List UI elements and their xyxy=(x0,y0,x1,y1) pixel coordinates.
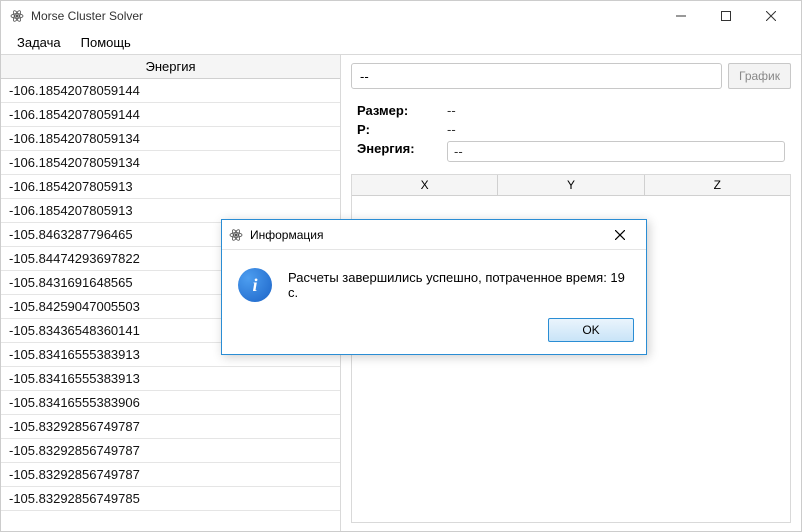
maximize-button[interactable] xyxy=(703,1,748,31)
ok-button[interactable]: OK xyxy=(548,318,634,342)
energy-column-header[interactable]: Энергия xyxy=(1,55,340,79)
name-input[interactable] xyxy=(351,63,722,89)
menu-task[interactable]: Задача xyxy=(7,31,71,54)
menubar: Задача Помощь xyxy=(1,31,801,55)
energy-label: Энергия: xyxy=(357,141,447,162)
menu-help[interactable]: Помощь xyxy=(71,31,141,54)
p-value: -- xyxy=(447,122,456,137)
energy-row[interactable]: -106.18542078059144 xyxy=(1,103,340,127)
app-icon xyxy=(9,8,25,24)
window-title: Morse Cluster Solver xyxy=(31,9,143,23)
col-x[interactable]: X xyxy=(352,175,498,195)
dialog-message: Расчеты завершились успешно, потраченное… xyxy=(288,268,630,300)
size-value: -- xyxy=(447,103,456,118)
energy-row[interactable]: -105.83292856749787 xyxy=(1,463,340,487)
info-dialog: Информация i Расчеты завершились успешно… xyxy=(221,219,647,355)
dialog-title: Информация xyxy=(250,228,600,242)
close-button[interactable] xyxy=(748,1,793,31)
energy-row[interactable]: -105.83416555383906 xyxy=(1,391,340,415)
energy-row[interactable]: -105.83416555383913 xyxy=(1,367,340,391)
energy-row[interactable]: -105.83292856749785 xyxy=(1,487,340,511)
energy-row[interactable]: -106.18542078059134 xyxy=(1,127,340,151)
info-icon: i xyxy=(238,268,272,302)
col-z[interactable]: Z xyxy=(645,175,790,195)
size-label: Размер: xyxy=(357,103,447,118)
energy-row[interactable]: -106.1854207805913 xyxy=(1,175,340,199)
dialog-close-button[interactable] xyxy=(600,223,640,247)
details-block: Размер: -- P: -- Энергия: -- xyxy=(351,97,791,166)
energy-row[interactable]: -105.83292856749787 xyxy=(1,439,340,463)
titlebar: Morse Cluster Solver xyxy=(1,1,801,31)
dialog-app-icon xyxy=(228,227,244,243)
energy-row[interactable]: -105.83292856749787 xyxy=(1,415,340,439)
col-y[interactable]: Y xyxy=(498,175,644,195)
graph-button[interactable]: График xyxy=(728,63,791,89)
p-label: P: xyxy=(357,122,447,137)
energy-row[interactable]: -106.18542078059134 xyxy=(1,151,340,175)
energy-row[interactable]: -106.18542078059144 xyxy=(1,79,340,103)
energy-value[interactable]: -- xyxy=(447,141,785,162)
minimize-button[interactable] xyxy=(658,1,703,31)
